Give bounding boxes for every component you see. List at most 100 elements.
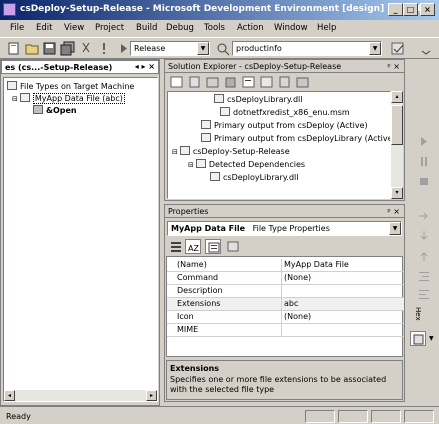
tree-node-file-type-label: MyApp Data File (abc) xyxy=(32,93,125,104)
properties-icon[interactable] xyxy=(169,75,185,90)
svg-text:AZ: AZ xyxy=(188,244,199,253)
breakpoints-icon[interactable] xyxy=(410,331,426,346)
find-value: productinfo xyxy=(236,44,282,53)
menu-tools[interactable]: Tools xyxy=(204,23,225,33)
new-project-icon[interactable] xyxy=(6,41,22,56)
find-combo[interactable]: productinfo ▼ xyxy=(232,41,382,56)
solution-explorer-panel: Solution Explorer - csDeploy-Setup-Relea… xyxy=(164,59,405,201)
file-types-tab[interactable]: es (cs...-Setup-Release) ◂ ▸ × xyxy=(1,60,159,74)
cut-icon[interactable] xyxy=(78,41,94,56)
show-all-files-icon[interactable] xyxy=(187,75,203,90)
title-bar: csDeploy-Setup-Release - Microsoft Devel… xyxy=(0,0,439,20)
find-in-files-icon[interactable] xyxy=(215,41,231,56)
output-icon xyxy=(201,120,211,129)
tree-node-root[interactable]: File Types on Target Machine xyxy=(7,81,134,91)
collapse-icon[interactable]: ⊟ xyxy=(172,148,178,156)
menu-help[interactable]: Help xyxy=(317,23,336,33)
property-value[interactable]: (None) xyxy=(284,273,311,282)
scroll-thumb[interactable] xyxy=(391,105,403,145)
toolbar-overflow-icon[interactable] xyxy=(418,41,434,56)
menu-action[interactable]: Action xyxy=(237,23,264,33)
file-types-tab-label: es (cs...-Setup-Release) xyxy=(5,63,113,72)
scroll-left-icon[interactable]: ◂ xyxy=(4,390,15,401)
property-row-name[interactable]: (Name) MyApp Data File xyxy=(167,259,404,272)
collapse-icon[interactable]: ⊟ xyxy=(12,95,18,103)
outdent-icon[interactable] xyxy=(416,287,432,302)
property-value[interactable]: abc xyxy=(284,299,298,308)
horizontal-scrollbar[interactable]: ◂ ▸ xyxy=(4,390,157,401)
solution-explorer-toolbar xyxy=(167,75,402,89)
chevron-down-icon[interactable]: ▼ xyxy=(429,335,434,342)
status-cell xyxy=(305,410,335,423)
menu-edit[interactable]: Edit xyxy=(36,23,52,33)
property-row-icon[interactable]: Icon (None) xyxy=(167,311,404,324)
save-icon[interactable] xyxy=(42,41,58,56)
custom-actions-editor-icon[interactable] xyxy=(277,75,293,90)
indent-icon[interactable] xyxy=(416,269,432,284)
step-into-icon[interactable] xyxy=(416,229,432,244)
close-button[interactable]: × xyxy=(420,3,435,16)
tree-node-open-action[interactable]: &Open xyxy=(33,105,77,115)
property-description-pane: Extensions Specifies one or more file ex… xyxy=(166,360,403,400)
user-interface-editor-icon[interactable] xyxy=(259,75,275,90)
maximize-button[interactable]: □ xyxy=(403,3,418,16)
launch-conditions-editor-icon[interactable] xyxy=(295,75,311,90)
solution-explorer-pin-close[interactable]: ᵖ × xyxy=(387,62,400,71)
properties-header: Properties ᵖ × xyxy=(165,205,404,218)
properties-pin-close[interactable]: ᵖ × xyxy=(387,207,400,216)
solution-config-select[interactable]: Release ▼ xyxy=(130,41,210,56)
solution-item-setup-project[interactable]: ⊟ csDeploy-Setup-Release xyxy=(172,146,290,156)
tree-node-open-label: &Open xyxy=(46,106,77,115)
property-row-mime[interactable]: MIME xyxy=(167,324,404,337)
tree-node-file-type[interactable]: ⊟ MyApp Data File (abc) xyxy=(12,93,125,104)
menu-file[interactable]: File xyxy=(10,23,24,33)
stop-icon[interactable] xyxy=(416,174,432,189)
solution-item-dep-dll[interactable]: csDeployLibrary.dll xyxy=(210,172,298,182)
dll-icon xyxy=(214,94,224,103)
hex-toggle[interactable]: Hex xyxy=(414,307,422,321)
solution-config-value: Release xyxy=(134,44,166,53)
step-out-icon[interactable] xyxy=(416,249,432,264)
status-bar: Ready xyxy=(0,406,439,424)
property-value[interactable]: MyApp Data File xyxy=(284,260,349,269)
file-types-editor-icon[interactable] xyxy=(241,75,257,90)
object-selector[interactable]: MyApp Data File File Type Properties ▼ xyxy=(167,221,402,236)
chevron-down-icon[interactable]: ▼ xyxy=(369,42,381,55)
collapse-icon[interactable]: ⊟ xyxy=(188,161,194,169)
property-value[interactable]: (None) xyxy=(284,312,311,321)
chevron-down-icon[interactable]: ▼ xyxy=(197,42,209,55)
exclamation-icon[interactable] xyxy=(96,41,112,56)
file-system-editor-icon[interactable] xyxy=(205,75,221,90)
menu-debug[interactable]: Debug xyxy=(166,23,194,33)
solution-item-output-csdeploy[interactable]: Primary output from csDeploy (Active) xyxy=(201,120,368,130)
solution-explorer-scrollbar[interactable]: ▴ ▾ xyxy=(391,91,403,199)
property-row-extensions[interactable]: Extensions abc xyxy=(167,298,404,311)
menu-project[interactable]: Project xyxy=(95,23,124,33)
scroll-right-icon[interactable]: ▸ xyxy=(146,390,157,401)
minimize-button[interactable]: _ xyxy=(388,3,403,16)
scroll-down-icon[interactable]: ▾ xyxy=(391,187,403,199)
step-over-icon[interactable] xyxy=(416,134,432,149)
property-pages-icon[interactable] xyxy=(225,239,241,254)
alphabetical-icon[interactable]: AZ xyxy=(185,239,201,254)
arrow-right-icon[interactable] xyxy=(416,209,432,224)
menu-view[interactable]: View xyxy=(64,23,84,33)
property-row-command[interactable]: Command (None) xyxy=(167,272,404,285)
solution-item-lib-dll[interactable]: csDeployLibrary.dll xyxy=(214,94,302,104)
solution-explorer-toggle-icon[interactable] xyxy=(390,41,406,56)
property-row-description[interactable]: Description xyxy=(167,285,404,298)
open-file-icon[interactable] xyxy=(24,41,40,56)
solution-item-dependencies[interactable]: ⊟ Detected Dependencies xyxy=(188,159,305,169)
solution-item-msm[interactable]: dotnetfxredist_x86_enu.msm xyxy=(220,107,350,117)
scroll-up-icon[interactable]: ▴ xyxy=(391,91,403,103)
solution-item-output-library[interactable]: Primary output from csDeployLibrary (Act… xyxy=(201,133,390,143)
tab-nav-controls[interactable]: ◂ ▸ × xyxy=(135,62,155,71)
categorized-icon[interactable] xyxy=(168,239,184,254)
properties-view-icon[interactable] xyxy=(205,239,221,254)
pause-icon[interactable] xyxy=(416,154,432,169)
registry-editor-icon[interactable] xyxy=(223,75,239,90)
chevron-down-icon[interactable]: ▼ xyxy=(389,222,401,235)
menu-window[interactable]: Window xyxy=(274,23,308,33)
save-all-icon[interactable] xyxy=(60,41,76,56)
menu-build[interactable]: Build xyxy=(136,23,157,33)
